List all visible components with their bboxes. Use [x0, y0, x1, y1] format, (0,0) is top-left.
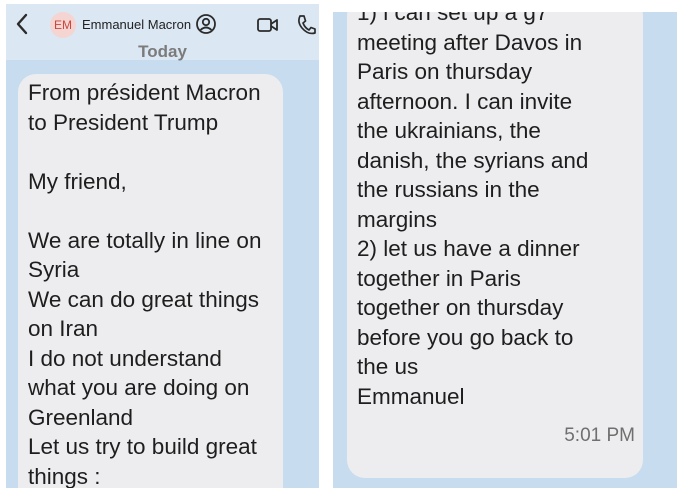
contact-name[interactable]: Emmanuel Macron [82, 17, 191, 32]
avatar[interactable]: EM [50, 12, 76, 38]
message-bubble[interactable]: From président Macron to President Trump… [18, 74, 283, 488]
message-bubble[interactable]: 1) i can set up a g7 meeting after Davos… [347, 12, 643, 478]
person-circle-icon [196, 14, 216, 34]
back-button[interactable] [12, 10, 34, 38]
phone-call-button[interactable] [296, 14, 316, 36]
phone-icon [298, 15, 316, 35]
date-separator: Today [138, 42, 187, 61]
video-call-button[interactable] [257, 16, 279, 34]
profile-button[interactable] [195, 13, 217, 35]
left-screenshot-panel: EM Emmanuel Macron Today From président … [6, 4, 319, 488]
message-text: From président Macron to President Trump… [28, 80, 262, 488]
right-screenshot-panel: 1) i can set up a g7 meeting after Davos… [333, 12, 677, 488]
chevron-left-icon [16, 13, 28, 35]
message-timestamp: 5:01 PM [564, 424, 635, 446]
message-text: 1) i can set up a g7 meeting after Davos… [357, 12, 589, 409]
video-camera-icon [257, 18, 278, 32]
